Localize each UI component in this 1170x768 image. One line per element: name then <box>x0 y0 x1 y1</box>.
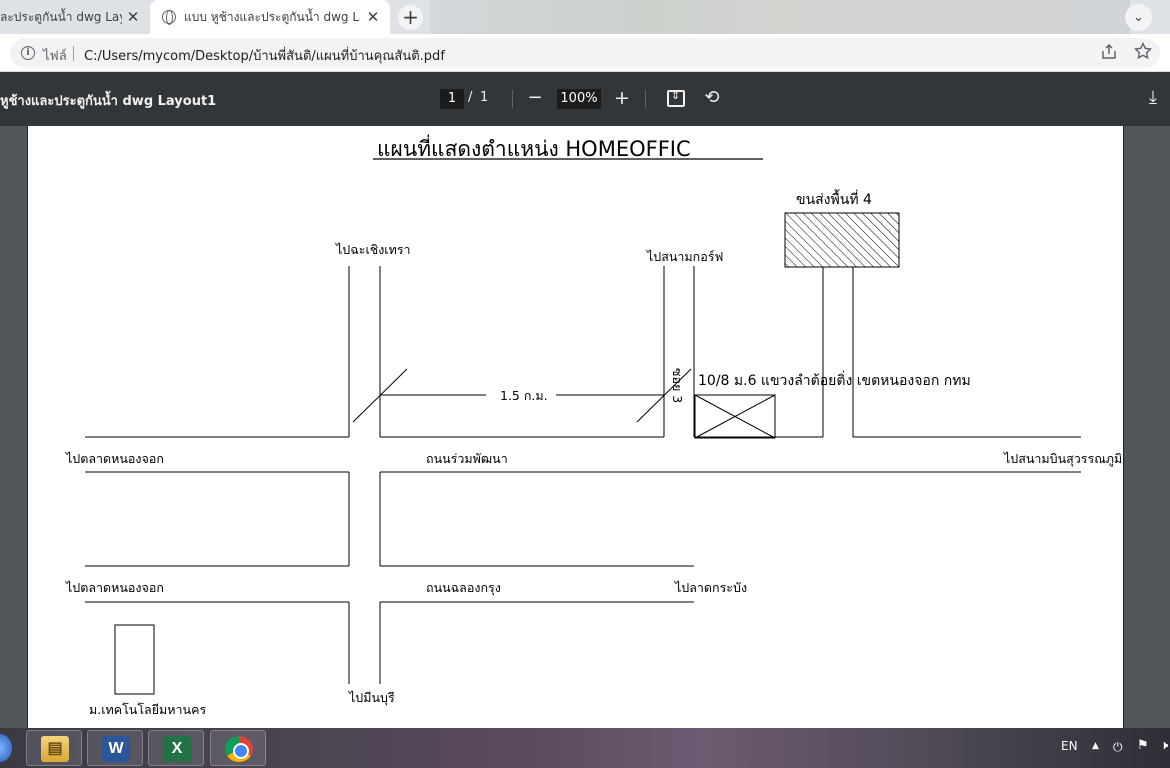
label-to-suvarnabhumi: ไปสนามบินสุวรรณภูมิ <box>1003 451 1122 467</box>
close-icon[interactable]: ✕ <box>364 8 382 26</box>
chrome-icon <box>225 736 253 762</box>
label-to-ladkrabang: ไปลาดกระบัง <box>674 580 747 595</box>
speaker-icon[interactable]: 🕨 <box>1160 738 1168 753</box>
label-road-chalongkrung: ถนนฉลองกรุง <box>426 580 501 596</box>
label-address: 10/8 ม.6 แขวงลำต้อยติ่ง เขตหนองจอก กทม <box>698 371 971 389</box>
bookmark-star-icon[interactable] <box>1133 41 1153 62</box>
word-icon: W <box>102 736 130 762</box>
fit-to-page-icon[interactable] <box>667 89 685 107</box>
total-pages: 1 <box>480 90 489 105</box>
label-to-golf: ไปสนามกอร์ฟ <box>646 249 723 264</box>
toolbar-divider <box>645 90 646 108</box>
download-icon[interactable]: ⤓ <box>1143 86 1163 110</box>
taskbar-file-explorer[interactable]: ▤ <box>26 730 82 766</box>
label-to-chachoengsao: ไปฉะเชิงเทรา <box>335 242 411 257</box>
power-icon[interactable]: ⏻ <box>1113 740 1127 754</box>
tab-2-title: แบบ หูช้างและประตูกันน้ำ dwg Layou <box>184 9 360 24</box>
label-soi: ซอย 3 <box>670 368 685 403</box>
map-title: แผนที่แสดงตำแหน่ง HOMEOFFIC <box>377 134 691 161</box>
document-title: หูช้างและประตูกันน้ำ dwg Layout1 <box>0 94 217 109</box>
page-number-input[interactable]: 1 <box>440 89 464 109</box>
label-to-nongchok-2: ไปตลาดหนองจอก <box>65 580 164 595</box>
url-text[interactable]: C:/Users/mycom/Desktop/บ้านพี่สันติ/แผนท… <box>84 45 445 66</box>
page-separator: / <box>468 90 473 105</box>
label-university: ม.เทคโนโลยีมหานคร <box>89 702 206 717</box>
university-block <box>114 624 155 695</box>
tab-search-button[interactable]: ⌄ <box>1125 4 1152 31</box>
new-tab-button[interactable]: + <box>398 5 423 30</box>
pdf-toolbar: หูช้างและประตูกันน้ำ dwg Layout1 1 / 1 −… <box>0 72 1170 126</box>
location-map: แผนที่แสดงตำแหน่ง HOMEOFFIC ขนส่งพื้นที่… <box>65 134 1122 717</box>
language-indicator[interactable]: EN <box>1061 739 1078 753</box>
taskbar-excel[interactable]: X <box>148 730 204 766</box>
taskbar-word[interactable]: W <box>87 730 143 766</box>
action-center-flag-icon[interactable]: ⚑ <box>1137 738 1149 753</box>
address-toolbar: i ไฟล์ C:/Users/mycom/Desktop/บ้านพี่สัน… <box>0 34 1170 72</box>
label-road-ruampattana: ถนนร่วมพัฒนา <box>426 451 508 466</box>
warehouse-block <box>784 212 900 268</box>
info-icon[interactable]: i <box>21 46 35 60</box>
pdf-page: แผนที่แสดงตำแหน่ง HOMEOFFIC ขนส่งพื้นที่… <box>27 126 1124 728</box>
divider <box>73 46 74 61</box>
label-to-nongchok-1: ไปตลาดหนองจอก <box>65 451 164 466</box>
zoom-level-input[interactable]: 100% <box>557 89 601 109</box>
scheme-label: ไฟล์ <box>43 49 67 64</box>
pdf-viewer[interactable]: แผนที่แสดงตำแหน่ง HOMEOFFIC ขนส่งพื้นที่… <box>0 126 1170 728</box>
windows-taskbar: ▤ W X EN ▲ ⏻ ⚑ 🕨 <box>0 728 1170 768</box>
label-distance: 1.5 ก.ม. <box>500 388 548 403</box>
start-button[interactable] <box>0 734 12 762</box>
zoom-in-button[interactable]: + <box>613 85 631 111</box>
taskbar-chrome[interactable] <box>210 730 266 766</box>
tab-strip-background <box>430 0 1130 34</box>
tab-1[interactable]: ละประตูกันน้ำ dwg Layou ✕ <box>0 0 150 34</box>
globe-icon <box>162 10 176 25</box>
rotate-icon[interactable]: ⟲ <box>701 87 723 109</box>
zoom-out-button[interactable]: − <box>526 85 544 111</box>
tab-1-title: ละประตูกันน้ำ dwg Layou <box>0 9 122 24</box>
folder-icon: ▤ <box>41 736 69 762</box>
address-bar[interactable]: i ไฟล์ C:/Users/mycom/Desktop/บ้านพี่สัน… <box>10 38 1160 68</box>
excel-icon: X <box>163 736 191 762</box>
tab-strip: ละประตูกันน้ำ dwg Layou ✕ แบบ หูช้างและป… <box>0 0 1170 34</box>
share-icon[interactable] <box>1100 43 1118 62</box>
toolbar-divider <box>512 90 513 108</box>
label-to-minburi: ไปมีนบุรี <box>348 690 395 706</box>
label-warehouse: ขนส่งพื้นที่ 4 <box>796 189 872 208</box>
tab-2-active[interactable]: แบบ หูช้างและประตูกันน้ำ dwg Layou ✕ <box>150 0 390 34</box>
close-icon[interactable]: ✕ <box>124 8 142 26</box>
show-hidden-icons-icon[interactable]: ▲ <box>1092 741 1099 751</box>
